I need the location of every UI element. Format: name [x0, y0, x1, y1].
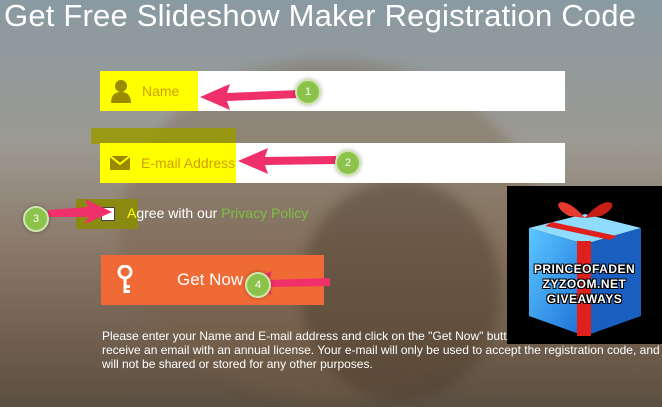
- agree-text: Agree with our Privacy Policy: [127, 205, 308, 221]
- step-badge-3: 3: [23, 206, 49, 232]
- page-title: Get Free Slideshow Maker Registration Co…: [4, 0, 637, 33]
- agree-text-rest: gree with our: [136, 205, 222, 221]
- name-field[interactable]: Name: [100, 71, 565, 111]
- giveaway-line-2: ZYZOOM.NET: [542, 277, 627, 291]
- email-field[interactable]: E-mail Address: [100, 143, 565, 183]
- envelope-icon: [109, 155, 131, 170]
- email-placeholder: E-mail Address: [141, 155, 236, 171]
- email-field-highlight: E-mail Address: [100, 143, 236, 183]
- giveaway-line-3: GIVEAWAYS: [546, 292, 623, 306]
- agree-text-first-letter: A: [127, 205, 137, 221]
- user-icon: [111, 80, 131, 103]
- step-badge-4: 4: [245, 272, 271, 298]
- key-icon: [101, 265, 149, 295]
- giveaway-logo: PRINCEOFADEN ZYZOOM.NET GIVEAWAYS: [507, 186, 662, 344]
- name-placeholder: Name: [142, 83, 180, 99]
- get-now-label: Get Now: [177, 270, 244, 289]
- name-field-highlight: Name: [100, 71, 198, 111]
- step-badge-2: 2: [335, 150, 361, 176]
- privacy-policy-link[interactable]: Privacy Policy: [221, 205, 308, 221]
- email-highlight-shadow: [91, 128, 236, 144]
- agree-checkbox[interactable]: [101, 207, 115, 221]
- step-badge-1: 1: [295, 79, 321, 105]
- giveaway-line-1: PRINCEOFADEN: [533, 262, 636, 276]
- get-now-button[interactable]: Get Now: [101, 255, 324, 305]
